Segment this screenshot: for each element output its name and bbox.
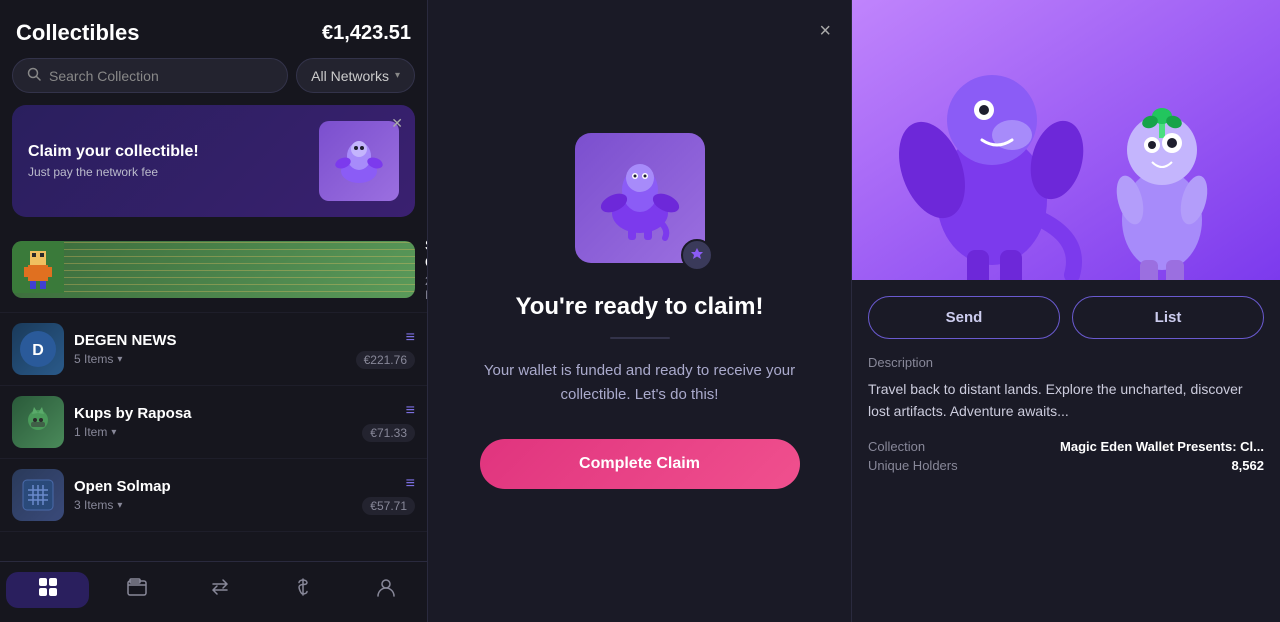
menu-icon[interactable]: ≡ <box>406 402 415 420</box>
holders-value: 8,562 <box>1231 458 1264 473</box>
kups-thumbnail <box>12 396 64 448</box>
collection-list: SMB Gen3 2 Items ▾ ≡ €1,063.38 D DEGEN N… <box>0 227 427 561</box>
modal-nft-container <box>575 133 705 263</box>
complete-claim-button[interactable]: Complete Claim <box>480 439 800 489</box>
wallet-icon <box>126 576 148 604</box>
claim-text-block: Claim your collectible! Just pay the net… <box>28 143 319 179</box>
send-button[interactable]: Send <box>868 296 1060 339</box>
claim-banner[interactable]: Claim your collectible! Just pay the net… <box>12 105 415 217</box>
collection-smb-info: SMB Gen3 2 Items ▾ <box>425 237 427 302</box>
collectibles-title: Collectibles <box>16 20 139 46</box>
smb-thumbnail <box>12 241 415 298</box>
transfer-icon <box>209 576 231 604</box>
network-select[interactable]: All Networks ▾ <box>296 58 415 93</box>
kups-value: €71.33 <box>362 424 415 442</box>
degen-right: ≡ €221.76 <box>356 329 415 369</box>
nav-transfer[interactable] <box>178 572 261 608</box>
nav-wallet[interactable] <box>95 572 178 608</box>
search-box[interactable]: Search Collection <box>12 58 288 93</box>
solmap-value: €57.71 <box>362 497 415 515</box>
list-item[interactable]: D DEGEN NEWS 5 Items ▾ ≡ €221.76 <box>0 313 427 386</box>
collection-row: Collection Magic Eden Wallet Presents: C… <box>868 439 1264 454</box>
search-icon <box>27 67 41 84</box>
solmap-right: ≡ €57.71 <box>362 475 415 515</box>
close-icon[interactable]: ✕ <box>391 115 403 132</box>
smb-count: 2 Items <box>425 274 427 302</box>
menu-icon[interactable]: ≡ <box>406 329 415 347</box>
kups-count: 1 Item <box>74 425 107 439</box>
solmap-count: 3 Items <box>74 498 113 512</box>
holders-label: Unique Holders <box>868 458 958 473</box>
left-header: Collectibles €1,423.51 <box>0 0 427 58</box>
bottom-nav <box>0 561 427 622</box>
search-row: Search Collection All Networks ▾ <box>0 58 427 105</box>
degen-count: 5 Items <box>74 352 113 366</box>
nav-dollar[interactable] <box>261 572 344 608</box>
total-balance: €1,423.51 <box>322 22 411 45</box>
collection-label: Collection <box>868 439 925 454</box>
smb-name: SMB Gen3 <box>425 237 427 271</box>
right-actions: Send List <box>852 280 1280 355</box>
kups-right: ≡ €71.33 <box>362 402 415 442</box>
modal-divider <box>610 337 670 339</box>
collection-value: Magic Eden Wallet Presents: Cl... <box>1060 439 1264 454</box>
nft-hero-image <box>852 0 1280 280</box>
chevron-icon: ▾ <box>111 427 116 438</box>
right-panel: Send List Description Travel back to dis… <box>852 0 1280 622</box>
description-text: Travel back to distant lands. Explore th… <box>868 378 1264 423</box>
search-placeholder: Search Collection <box>49 68 159 84</box>
left-panel: Collectibles €1,423.51 Search Collection… <box>0 0 428 622</box>
chain-badge <box>681 239 713 271</box>
menu-icon[interactable]: ≡ <box>406 475 415 493</box>
modal-description: Your wallet is funded and ready to recei… <box>428 359 851 407</box>
nav-profile[interactable] <box>344 572 427 608</box>
holders-row: Unique Holders 8,562 <box>868 458 1264 473</box>
modal-close-button[interactable]: × <box>819 20 831 43</box>
kups-name: Kups by Raposa <box>74 405 352 422</box>
degen-name: DEGEN NEWS <box>74 332 346 349</box>
kups-info: Kups by Raposa 1 Item ▾ <box>74 405 352 439</box>
list-item[interactable]: Kups by Raposa 1 Item ▾ ≡ €71.33 <box>0 386 427 459</box>
solmap-info: Open Solmap 3 Items ▾ <box>74 478 352 512</box>
list-item[interactable]: SMB Gen3 2 Items ▾ ≡ €1,063.38 <box>0 227 427 313</box>
claim-subtitle: Just pay the network fee <box>28 165 319 179</box>
nav-grid[interactable] <box>6 572 89 608</box>
chevron-down-icon: ▾ <box>395 70 400 81</box>
list-button[interactable]: List <box>1072 296 1264 339</box>
svg-text:D: D <box>32 342 44 359</box>
solmap-name: Open Solmap <box>74 478 352 495</box>
chevron-icon: ▾ <box>117 500 122 511</box>
list-item[interactable]: Open Solmap 3 Items ▾ ≡ €57.71 <box>0 459 427 532</box>
degen-info: DEGEN NEWS 5 Items ▾ <box>74 332 346 366</box>
dollar-icon <box>292 576 314 604</box>
modal-title: You're ready to claim! <box>515 293 763 321</box>
chevron-icon: ▾ <box>117 354 122 365</box>
degen-thumbnail: D <box>12 323 64 375</box>
solmap-thumbnail <box>12 469 64 521</box>
degen-value: €221.76 <box>356 351 415 369</box>
claim-nft-thumbnail <box>319 121 399 201</box>
middle-panel: × <box>428 0 852 622</box>
claim-title: Claim your collectible! <box>28 143 319 161</box>
description-label: Description <box>868 355 1264 370</box>
network-label: All Networks <box>311 68 389 84</box>
profile-icon <box>375 576 397 604</box>
grid-icon <box>37 576 59 604</box>
chain-icon <box>689 246 705 265</box>
right-info: Description Travel back to distant lands… <box>852 355 1280 622</box>
